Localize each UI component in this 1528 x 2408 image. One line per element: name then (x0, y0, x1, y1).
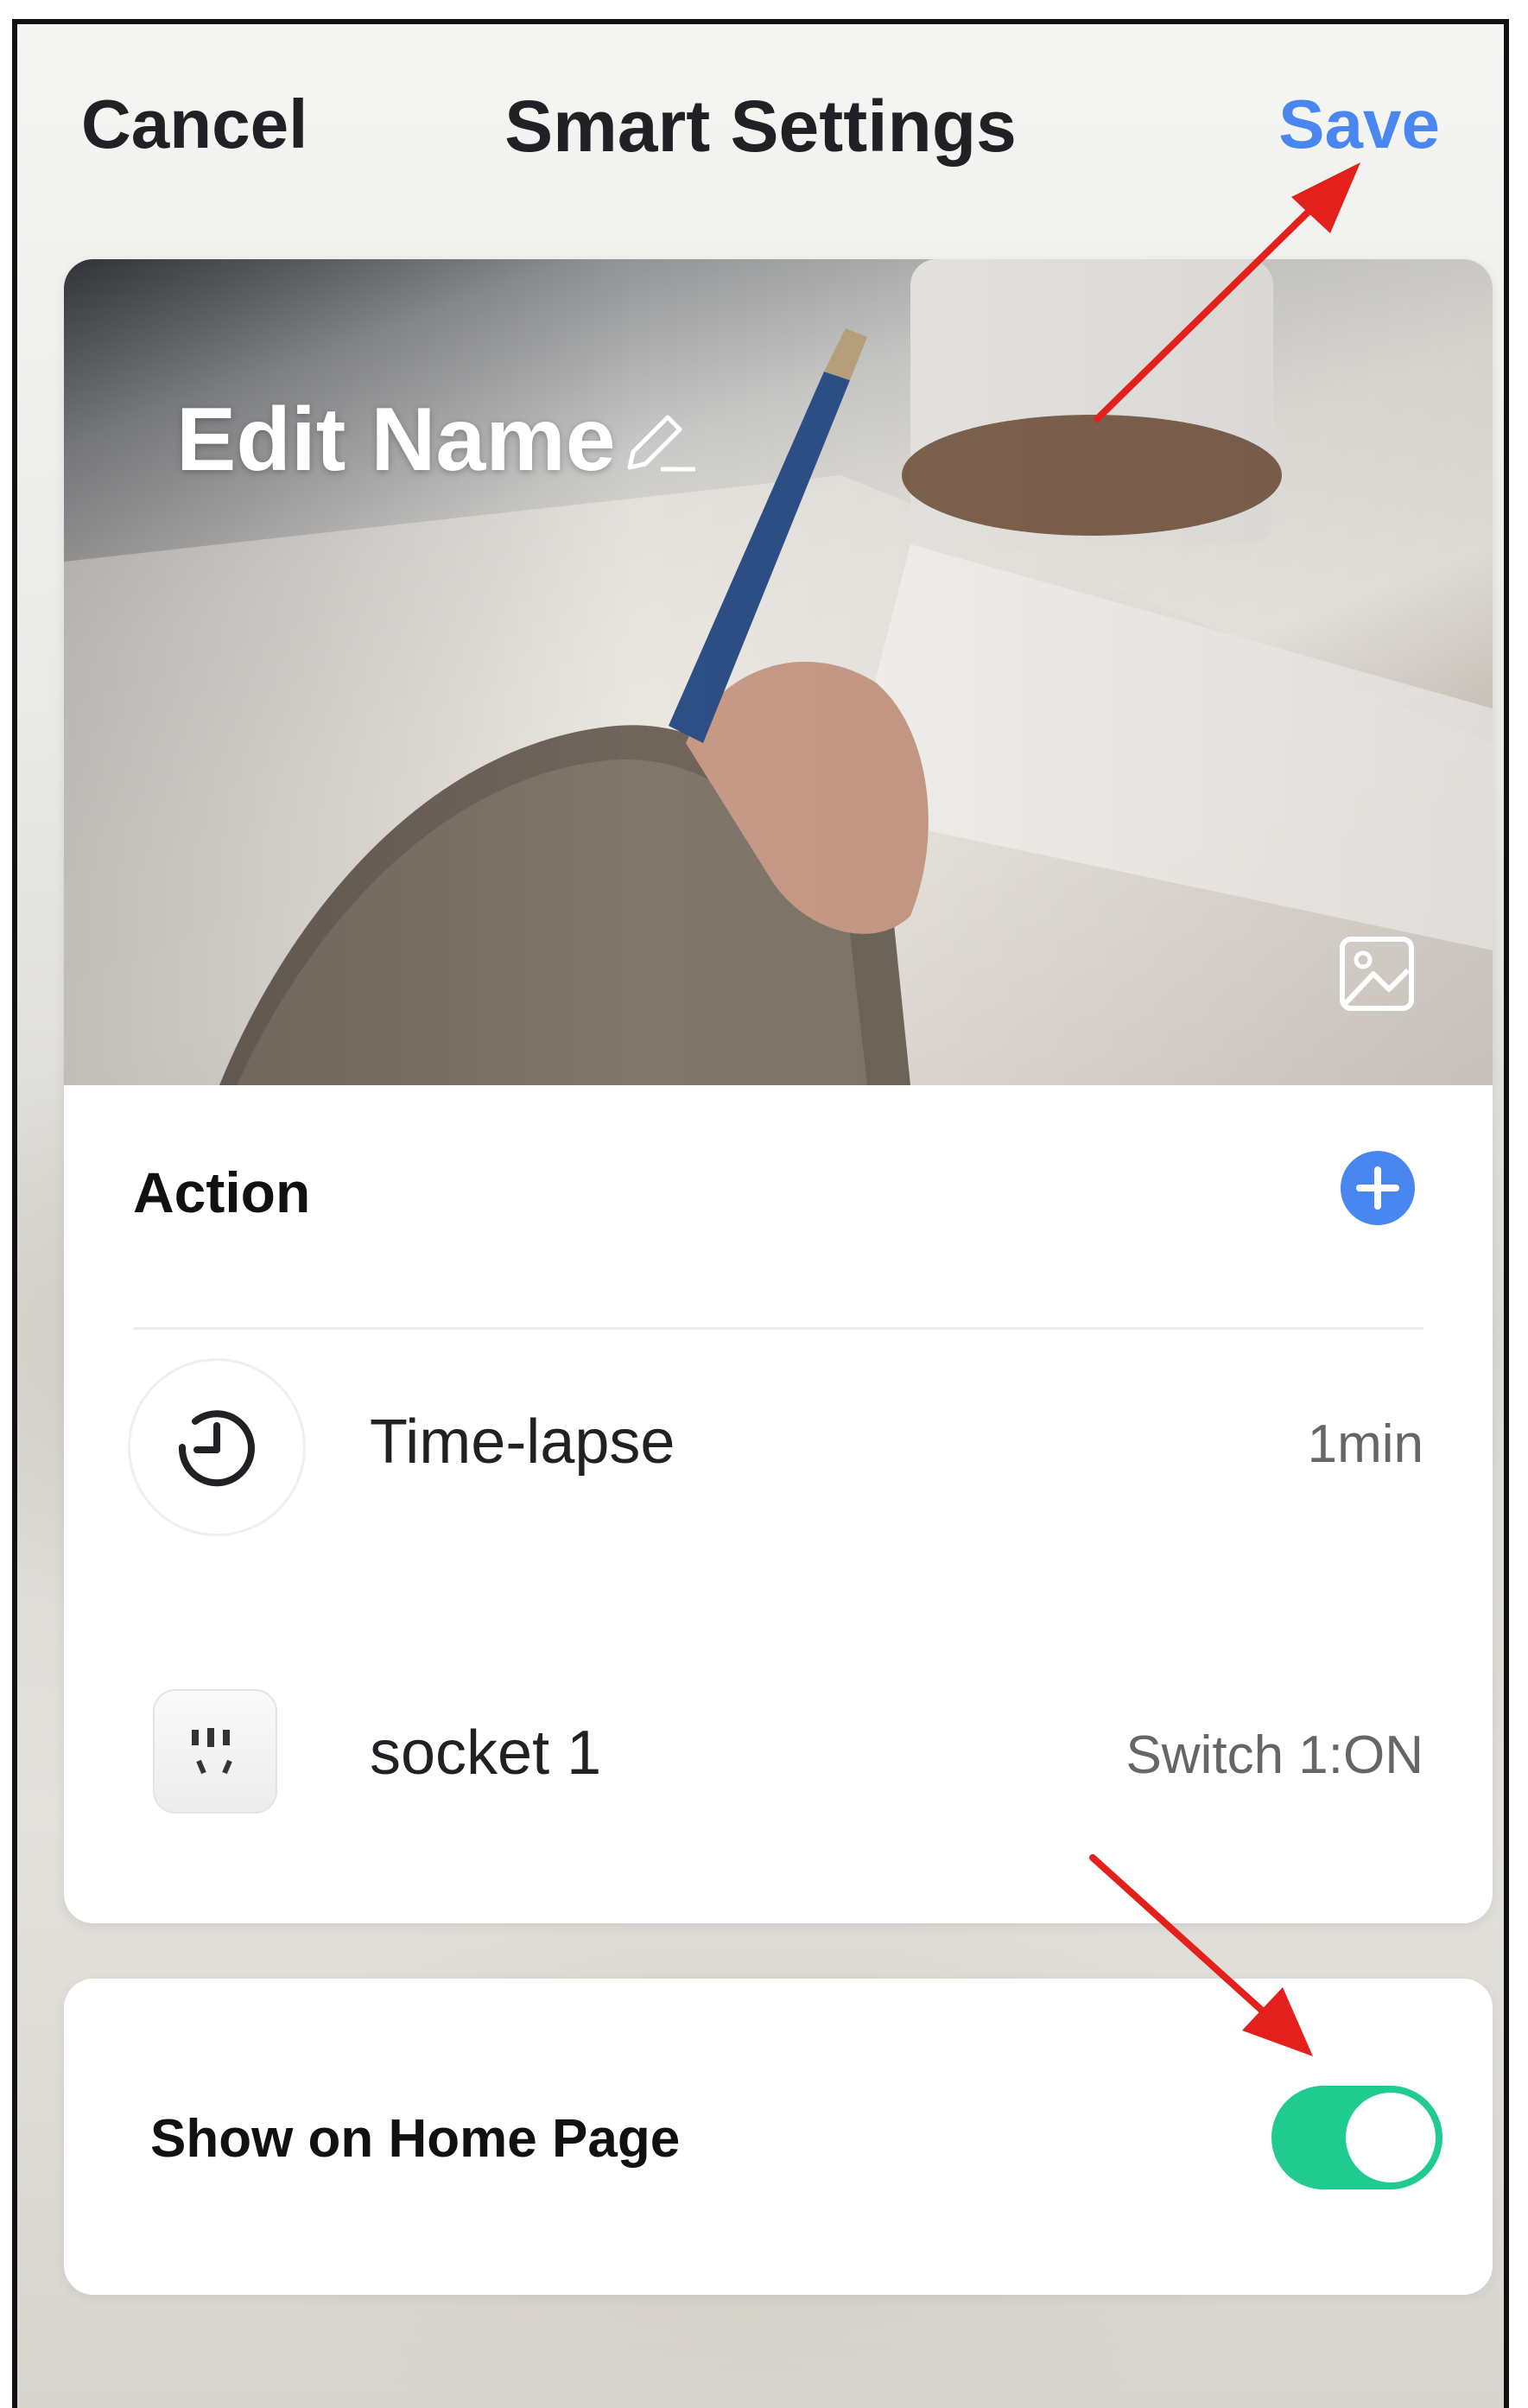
action-row-socket[interactable]: socket 1 Switch 1:ON (64, 1642, 1493, 1901)
show-on-home-label: Show on Home Page (150, 2109, 681, 2169)
image-icon[interactable] (1339, 936, 1415, 1016)
phone-screen: Cancel Smart Settings Save Edit Name Act… (12, 19, 1509, 2408)
action-value: 1min (1307, 1414, 1423, 1474)
cancel-button[interactable]: Cancel (81, 85, 308, 164)
socket-icon (153, 1689, 277, 1814)
action-name: socket 1 (370, 1719, 602, 1788)
clock-icon (128, 1358, 306, 1536)
action-row-time-lapse[interactable]: Time-lapse 1min (64, 1331, 1493, 1590)
add-action-button[interactable] (1341, 1151, 1415, 1225)
plus-icon (1356, 1166, 1399, 1210)
top-bar: Cancel Smart Settings Save (17, 24, 1504, 249)
action-label: Action (133, 1160, 311, 1224)
section-divider (133, 1327, 1423, 1330)
action-name: Time-lapse (370, 1407, 675, 1477)
cover-image: Edit Name (64, 259, 1493, 1085)
home-page-card: Show on Home Page (64, 1979, 1493, 2295)
action-section-header: Action (64, 1085, 1493, 1301)
show-on-home-toggle[interactable] (1271, 2086, 1442, 2189)
pencil-icon (621, 395, 699, 498)
scene-card: Edit Name Action Time-lapse 1min socket … (64, 259, 1493, 1923)
toggle-knob (1346, 2093, 1436, 2182)
cover-shade (64, 259, 1493, 1085)
action-value: Switch 1:ON (1125, 1725, 1423, 1785)
edit-name-button[interactable]: Edit Name (176, 389, 699, 498)
scene-name-label: Edit Name (176, 390, 616, 490)
save-button[interactable]: Save (1278, 85, 1440, 164)
